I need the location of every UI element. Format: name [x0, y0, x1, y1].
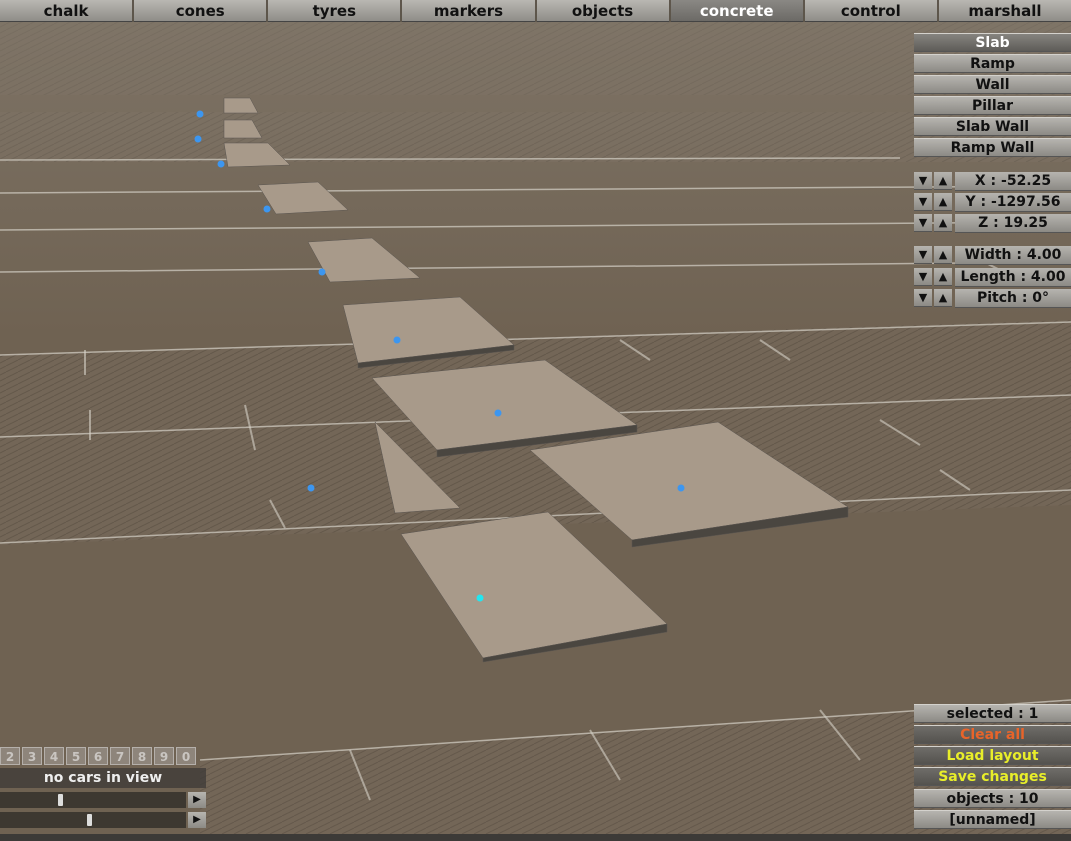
y-decrease-button[interactable]: ▼ [914, 193, 932, 211]
slider-thumb[interactable] [58, 794, 63, 806]
bottom-status-strip [0, 834, 1071, 841]
car-number-button[interactable]: 5 [66, 747, 86, 765]
slab-button[interactable]: Slab [914, 33, 1071, 52]
tab-control[interactable]: control [804, 0, 937, 22]
cars-in-view-label: no cars in view [0, 768, 206, 788]
slider-thumb[interactable] [87, 814, 92, 826]
ramp-wall-button[interactable]: Ramp Wall [914, 138, 1071, 157]
pitch-field: Pitch : 0° [955, 289, 1071, 308]
x-field: X : -52.25 [955, 172, 1071, 191]
x-decrease-button[interactable]: ▼ [914, 172, 932, 190]
y-field: Y : -1297.56 [955, 193, 1071, 212]
length-increase-button[interactable]: ▲ [934, 268, 952, 286]
tab-tyres[interactable]: tyres [268, 0, 401, 22]
length-field: Length : 4.00 [955, 268, 1071, 287]
category-tabs: chalk cones tyres markers objects concre… [0, 0, 1071, 22]
z-decrease-button[interactable]: ▼ [914, 214, 932, 232]
car-number-button[interactable]: 2 [0, 747, 20, 765]
car-number-button[interactable]: 8 [132, 747, 152, 765]
pitch-increase-button[interactable]: ▲ [934, 289, 952, 307]
selected-count: selected : 1 [914, 704, 1071, 723]
save-changes-button[interactable]: Save changes [914, 767, 1071, 786]
car-number-row: 2 3 4 5 6 7 8 9 0 [0, 747, 198, 767]
car-number-button[interactable]: 0 [176, 747, 196, 765]
layout-name: [unnamed] [914, 810, 1071, 829]
tab-objects[interactable]: objects [536, 0, 669, 22]
car-number-button[interactable]: 7 [110, 747, 130, 765]
tab-cones[interactable]: cones [134, 0, 267, 22]
ramp-button[interactable]: Ramp [914, 54, 1071, 73]
car-number-button[interactable]: 3 [22, 747, 42, 765]
pitch-decrease-button[interactable]: ▼ [914, 289, 932, 307]
car-number-button[interactable]: 4 [44, 747, 64, 765]
width-field: Width : 4.00 [955, 246, 1071, 265]
replay-slider-1[interactable] [0, 792, 186, 808]
car-number-button[interactable]: 6 [88, 747, 108, 765]
length-decrease-button[interactable]: ▼ [914, 268, 932, 286]
play-button[interactable]: ▶ [188, 812, 206, 828]
width-decrease-button[interactable]: ▼ [914, 246, 932, 264]
load-layout-button[interactable]: Load layout [914, 746, 1071, 765]
tab-markers[interactable]: markers [402, 0, 535, 22]
slab-wall-button[interactable]: Slab Wall [914, 117, 1071, 136]
car-number-button[interactable]: 9 [154, 747, 174, 765]
y-increase-button[interactable]: ▲ [934, 193, 952, 211]
3d-viewport[interactable] [0, 0, 1071, 841]
clear-all-button[interactable]: Clear all [914, 725, 1071, 744]
tab-concrete[interactable]: concrete [670, 0, 803, 22]
wall-button[interactable]: Wall [914, 75, 1071, 94]
width-increase-button[interactable]: ▲ [934, 246, 952, 264]
z-field: Z : 19.25 [955, 214, 1071, 233]
play-button[interactable]: ▶ [188, 792, 206, 808]
tab-marshall[interactable]: marshall [938, 0, 1071, 22]
z-increase-button[interactable]: ▲ [934, 214, 952, 232]
replay-slider-2[interactable] [0, 812, 186, 828]
tab-chalk[interactable]: chalk [0, 0, 133, 22]
x-increase-button[interactable]: ▲ [934, 172, 952, 190]
pillar-button[interactable]: Pillar [914, 96, 1071, 115]
objects-count: objects : 10 [914, 789, 1071, 808]
